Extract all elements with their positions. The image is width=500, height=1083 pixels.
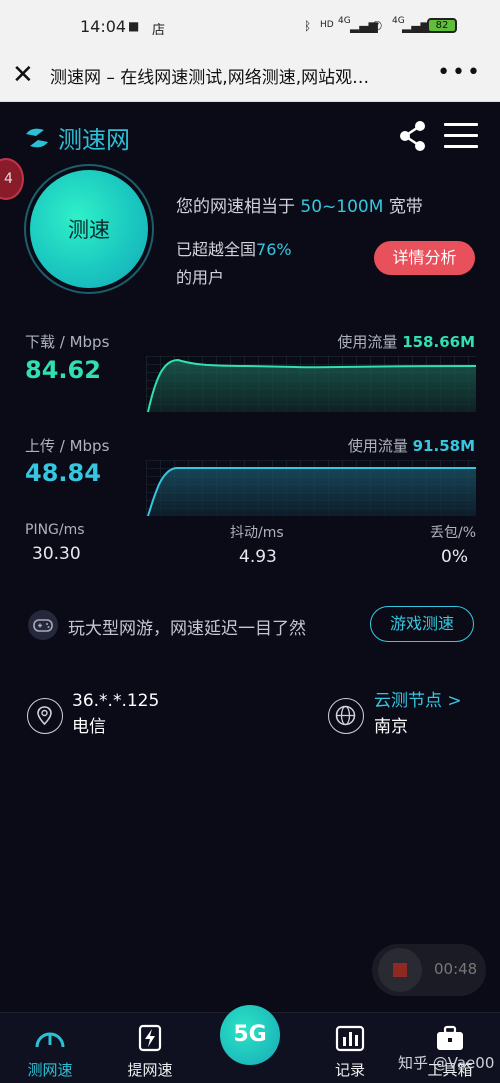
jitter-label: 抖动/ms: [230, 525, 284, 541]
ping-value: 30.30: [32, 544, 81, 564]
upload-graph: [146, 460, 476, 516]
speedometer-icon: [35, 1032, 65, 1048]
bluetooth-icon: ᛒ: [304, 19, 312, 33]
stop-record-icon[interactable]: [378, 948, 422, 992]
node-info[interactable]: 云测节点 > 南京: [374, 688, 462, 740]
toolbox-icon: [437, 1025, 463, 1050]
signal-4g-icon: 4G: [338, 16, 351, 26]
screen-recorder-widget[interactable]: 00:48: [372, 944, 486, 996]
record-time: 00:48: [434, 960, 478, 978]
game-test-text: 玩大型网游，网速延迟一目了然: [68, 619, 306, 639]
summary-prefix: 您的网速相当于: [176, 197, 295, 217]
upload-usage-value: 91.58M: [412, 437, 475, 455]
nav-item-records[interactable]: 记录: [310, 1019, 390, 1081]
download-graph: [146, 356, 476, 412]
nav-item-speedtest[interactable]: 测网速: [10, 1019, 90, 1081]
download-usage-value: 158.66M: [402, 333, 475, 351]
chip-bolt-icon: [138, 1024, 162, 1052]
jitter-value: 4.93: [239, 547, 277, 567]
upload-usage-label: 使用流量: [347, 437, 408, 455]
ping-label: PING/ms: [25, 522, 85, 538]
summary-suffix: 宽带: [388, 197, 423, 217]
game-test-row: 玩大型网游，网速延迟一目了然 游戏测速: [24, 604, 476, 644]
browser-titlebar: ✕ 测速网 – 在线网速测试,网络测速,网站观… •••: [0, 54, 500, 102]
nav-item-boost[interactable]: 提网速: [110, 1019, 190, 1081]
cloud-node-link[interactable]: 云测节点 >: [374, 691, 462, 711]
beat-prefix: 已超越全国: [176, 240, 257, 259]
nav-label-speedtest: 测网速: [27, 1061, 73, 1079]
speed-summary: 您的网速相当于 50~100M 宽带: [176, 192, 423, 217]
node-city: 南京: [374, 717, 408, 737]
app-header: 测速网: [0, 102, 500, 164]
logo[interactable]: 测速网: [22, 120, 130, 155]
bar-chart-icon: [335, 1025, 365, 1052]
logo-text: 测速网: [58, 126, 130, 154]
upload-label: 上传 / Mbps: [25, 437, 110, 455]
more-icon[interactable]: •••: [437, 60, 482, 85]
download-label: 下载 / Mbps: [25, 333, 110, 351]
store-icon: 店: [152, 23, 166, 38]
download-value: 84.62: [25, 356, 101, 384]
upload-value: 48.84: [25, 459, 101, 487]
nav-item-5g[interactable]: 5G: [220, 1005, 280, 1065]
signal-bars-icon-2: ▂▄▆: [402, 19, 430, 33]
status-time: 14:04: [80, 17, 127, 36]
start-test-label: 测速: [68, 218, 110, 242]
battery-icon: 82: [427, 18, 457, 33]
nav-label-records: 记录: [334, 1061, 365, 1079]
globe-icon: [328, 698, 364, 734]
download-usage-label: 使用流量: [337, 333, 398, 351]
status-bar: 14:04 ■ 店 ᛒ HD 4G ▂▄▆ ✆ 4G ▂▄▆ 82: [0, 0, 500, 54]
page-title: 测速网 – 在线网速测试,网络测速,网站观…: [50, 68, 370, 88]
close-icon[interactable]: ✕: [12, 60, 34, 90]
location-pin-icon: [27, 698, 63, 734]
watermark: 知乎 @Vae00: [398, 1054, 495, 1072]
loss-label: 丢包/%: [430, 525, 477, 541]
menu-icon[interactable]: [444, 123, 478, 149]
hd-icon: HD: [320, 20, 334, 30]
beat-summary: 已超越全国76% 的用户: [176, 236, 292, 292]
call-icon: ✆: [372, 19, 383, 33]
gamepad-icon: [28, 610, 58, 640]
logo-mark-icon: [26, 128, 48, 147]
nav-label-boost: 提网速: [127, 1061, 173, 1079]
game-test-button[interactable]: 游戏测速: [370, 606, 474, 642]
upload-usage: 使用流量 91.58M: [348, 435, 475, 456]
detail-analysis-button[interactable]: 详情分析: [374, 241, 475, 275]
beat-suffix: 的用户: [176, 268, 225, 287]
download-usage: 使用流量 158.66M: [337, 331, 475, 352]
summary-band: 50~100M: [300, 197, 384, 217]
notification-badge[interactable]: 4: [0, 158, 24, 200]
loss-value: 0%: [441, 547, 468, 567]
isp-name: 电信: [72, 717, 106, 737]
share-icon[interactable]: [398, 120, 428, 152]
camera-icon: ■: [128, 19, 140, 33]
ip-info: 36.*.*.125 电信: [72, 688, 159, 740]
start-test-button[interactable]: 测速: [30, 170, 148, 288]
beat-percent: 76%: [256, 240, 292, 259]
ip-address: 36.*.*.125: [72, 691, 160, 711]
